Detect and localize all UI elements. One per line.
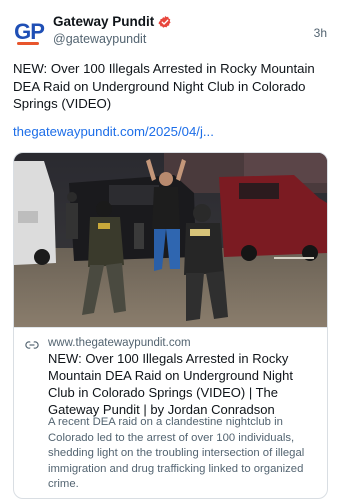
avatar[interactable]: GP — [13, 16, 45, 48]
post-link[interactable]: thegatewaypundit.com/2025/04/j... — [13, 124, 214, 139]
night-raid-photo — [14, 153, 327, 327]
link-preview-title[interactable]: NEW: Over 100 Illegals Arrested in Rocky… — [48, 350, 318, 418]
avatar-logo-underline — [17, 42, 39, 45]
avatar-logo: GP — [14, 19, 45, 44]
link-preview-card[interactable]: www.thegatewaypundit.com NEW: Over 100 I… — [13, 152, 328, 499]
link-preview-image[interactable] — [14, 153, 327, 327]
verified-badge-icon — [158, 15, 171, 28]
post-timestamp[interactable]: 3h — [314, 26, 327, 40]
link-preview-body: www.thegatewaypundit.com NEW: Over 100 I… — [14, 327, 327, 498]
link-preview-description: A recent DEA raid on a clandestine night… — [48, 416, 305, 491]
link-preview-domain: www.thegatewaypundit.com — [48, 337, 191, 349]
link-icon — [25, 340, 39, 350]
author-name-row: Gateway Pundit — [53, 14, 172, 29]
author-name[interactable]: Gateway Pundit — [53, 14, 154, 29]
post-header: GP Gateway Pundit @gatewaypundit 3h — [13, 10, 329, 50]
post-text: NEW: Over 100 Illegals Arrested in Rocky… — [13, 61, 315, 111]
author-handle[interactable]: @gatewaypundit — [53, 32, 146, 46]
